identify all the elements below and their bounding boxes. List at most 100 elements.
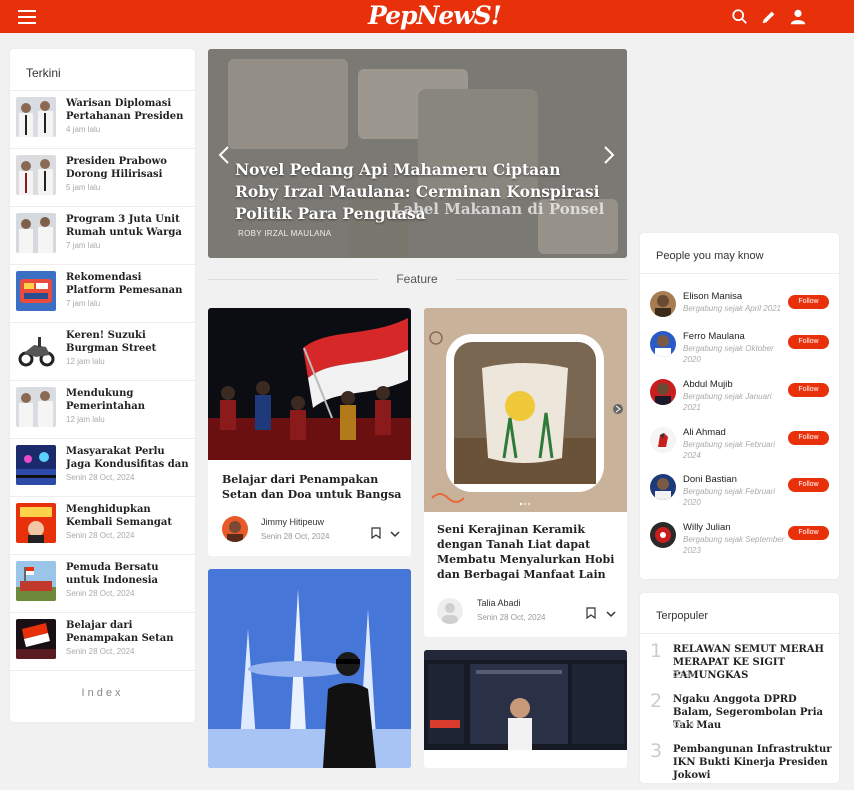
avatar[interactable] — [437, 598, 463, 624]
person-name[interactable]: Doni Bastian — [683, 474, 737, 485]
news-thumbnail[interactable] — [16, 97, 56, 137]
person-name[interactable]: Abdul Mujib — [683, 379, 733, 390]
eye-icon — [673, 721, 683, 729]
search-icon[interactable] — [731, 8, 749, 26]
popular-item[interactable]: 2 Ngaku Anggota DPRD Balam, Segerombolan… — [640, 690, 839, 740]
news-thumbnail[interactable] — [16, 619, 56, 659]
person-joined: Bergabung sejak Januari 2021 — [683, 392, 772, 412]
news-thumbnail[interactable] — [16, 387, 56, 427]
feature-card[interactable]: Belajar dari Penampakan Setan dan Doa un… — [208, 308, 411, 556]
news-title[interactable]: Belajar dari Penampakan Setan dan Doa un… — [66, 619, 190, 645]
feature-card-image[interactable] — [424, 308, 627, 512]
feature-card-title[interactable]: Seni Kerajinan Keramik dengan Tanah Liat… — [437, 522, 619, 582]
avatar[interactable] — [650, 474, 676, 500]
chevron-left-icon[interactable] — [217, 145, 231, 165]
person-joined: Bergabung sejak Oktober 2020 — [683, 344, 774, 364]
news-item[interactable]: Masyarakat Perlu Jaga Kondusifitas dan S… — [10, 439, 195, 497]
news-item[interactable]: Program 3 Juta Unit Rumah untuk Warga 7 … — [10, 207, 195, 265]
news-title[interactable]: Pemuda Bersatu untuk Indonesia Maju: Upa… — [66, 561, 190, 587]
feature-card-image[interactable] — [424, 650, 627, 750]
chevron-right-icon[interactable] — [602, 145, 616, 165]
follow-button[interactable]: Follow — [788, 526, 829, 540]
popular-rank: 1 — [650, 640, 663, 662]
news-item[interactable]: Presiden Prabowo Dorong Hilirisasi Multi… — [10, 149, 195, 207]
avatar[interactable] — [222, 516, 248, 542]
news-thumbnail[interactable] — [16, 503, 56, 543]
avatar[interactable] — [650, 427, 676, 453]
divider — [208, 279, 378, 280]
feature-card-title[interactable]: Belajar dari Penampakan Setan dan Doa un… — [222, 472, 402, 502]
news-item[interactable]: Menghidupkan Kembali Semangat Persatuan … — [10, 497, 195, 555]
news-thumbnail[interactable] — [16, 445, 56, 485]
news-title[interactable]: Program 3 Juta Unit Rumah untuk Warga — [66, 213, 190, 239]
news-title[interactable]: Menghidupkan Kembali Semangat Persatuan — [66, 503, 190, 529]
news-thumbnail[interactable] — [16, 213, 56, 253]
person-item[interactable]: Willy Julian Bergabung sejak September 2… — [640, 522, 839, 568]
follow-button[interactable]: Follow — [788, 295, 829, 309]
person-item[interactable]: Abdul Mujib Bergabung sejak Januari 2021… — [640, 379, 839, 425]
divider — [640, 633, 839, 634]
news-time: Senin 28 Oct, 2024 — [66, 531, 135, 540]
follow-button[interactable]: Follow — [788, 478, 829, 492]
chevron-down-icon[interactable] — [605, 608, 617, 620]
divider — [456, 279, 627, 280]
person-name[interactable]: Ferro Maulana — [683, 331, 745, 342]
menu-icon[interactable] — [18, 10, 36, 24]
person-item[interactable]: Ferro Maulana Bergabung sejak Oktober 20… — [640, 331, 839, 377]
news-time: 12 jam lalu — [66, 415, 105, 424]
news-thumbnail[interactable] — [16, 329, 56, 369]
news-item[interactable]: Belajar dari Penampakan Setan dan Doa un… — [10, 613, 195, 671]
news-thumbnail[interactable] — [16, 155, 56, 195]
popular-item[interactable]: 1 RELAWAN SEMUT MERAH MERAPAT KE SIGIT P… — [640, 640, 839, 690]
news-time: 12 jam lalu — [66, 357, 105, 366]
avatar[interactable] — [650, 291, 676, 317]
avatar[interactable] — [650, 331, 676, 357]
news-title[interactable]: Presiden Prabowo Dorong Hilirisasi Multi… — [66, 155, 190, 181]
author-name[interactable]: Talia Abadi — [477, 598, 521, 608]
news-item[interactable]: Mendukung Pemerintahan Prabowo- 12 jam l… — [10, 381, 195, 439]
person-item[interactable]: Ali Ahmad Bergabung sejak Februari 2024 … — [640, 427, 839, 473]
news-title[interactable]: Warisan Diplomasi Pertahanan Presiden — [66, 97, 190, 123]
author-name[interactable]: Jimmy Hitipeuw — [261, 517, 324, 527]
follow-button[interactable]: Follow — [788, 335, 829, 349]
news-thumbnail[interactable] — [16, 561, 56, 601]
pencil-icon[interactable] — [760, 8, 778, 26]
news-title[interactable]: Mendukung Pemerintahan Prabowo- — [66, 387, 190, 413]
news-item[interactable]: Keren! Suzuki Burgman Street 125EX Usung… — [10, 323, 195, 381]
news-item[interactable]: Rekomendasi Platform Pemesanan Online di… — [10, 265, 195, 323]
person-name[interactable]: Elison Manisa — [683, 291, 742, 302]
feature-card[interactable] — [424, 650, 627, 768]
hero-title[interactable]: Novel Pedang Api Mahameru Ciptaan Roby I… — [235, 159, 605, 225]
feature-card[interactable] — [208, 569, 411, 768]
bookmark-icon[interactable] — [370, 527, 382, 539]
follow-button[interactable]: Follow — [788, 383, 829, 397]
news-thumbnail[interactable] — [16, 271, 56, 311]
site-logo[interactable]: PepNewS! — [368, 1, 502, 31]
news-time: 7 jam lalu — [66, 299, 101, 308]
person-item[interactable]: Doni Bastian Bergabung sejak Februari 20… — [640, 474, 839, 520]
divider — [640, 273, 839, 274]
popular-item[interactable]: 3 Pembangunan Infrastruktur IKN Bukti Ki… — [640, 740, 839, 790]
follow-button[interactable]: Follow — [788, 431, 829, 445]
news-item[interactable]: Pemuda Bersatu untuk Indonesia Maju: Upa… — [10, 555, 195, 613]
news-item[interactable]: Warisan Diplomasi Pertahanan Presiden 4 … — [10, 91, 195, 149]
hero-slider[interactable]: Label Makanan di Ponsel Novel Pedang Api… — [208, 49, 627, 258]
feature-section-title: Feature — [396, 272, 438, 286]
popular-title[interactable]: Ngaku Anggota DPRD Balam, Segerombolan P… — [673, 693, 833, 732]
feature-card-image[interactable] — [208, 308, 411, 460]
person-name[interactable]: Willy Julian — [683, 522, 731, 533]
popular-title[interactable]: RELAWAN SEMUT MERAH MERAPAT KE SIGIT PAM… — [673, 643, 833, 682]
popular-title[interactable]: Pembangunan Infrastruktur IKN Bukti Kine… — [673, 743, 833, 782]
feature-card-image[interactable] — [208, 569, 411, 768]
index-link[interactable]: Index — [10, 687, 195, 699]
user-icon[interactable] — [789, 8, 807, 26]
bookmark-icon[interactable] — [585, 607, 597, 619]
avatar[interactable] — [650, 522, 676, 548]
avatar[interactable] — [650, 379, 676, 405]
feature-card[interactable]: Seni Kerajinan Keramik dengan Tanah Liat… — [424, 308, 627, 637]
person-name[interactable]: Ali Ahmad — [683, 427, 726, 438]
news-title[interactable]: Masyarakat Perlu Jaga Kondusifitas dan — [66, 445, 190, 471]
news-title[interactable]: Keren! Suzuki Burgman Street 125EX Usung — [66, 329, 190, 355]
news-title[interactable]: Rekomendasi Platform Pemesanan Online di — [66, 271, 190, 297]
chevron-down-icon[interactable] — [389, 528, 401, 540]
